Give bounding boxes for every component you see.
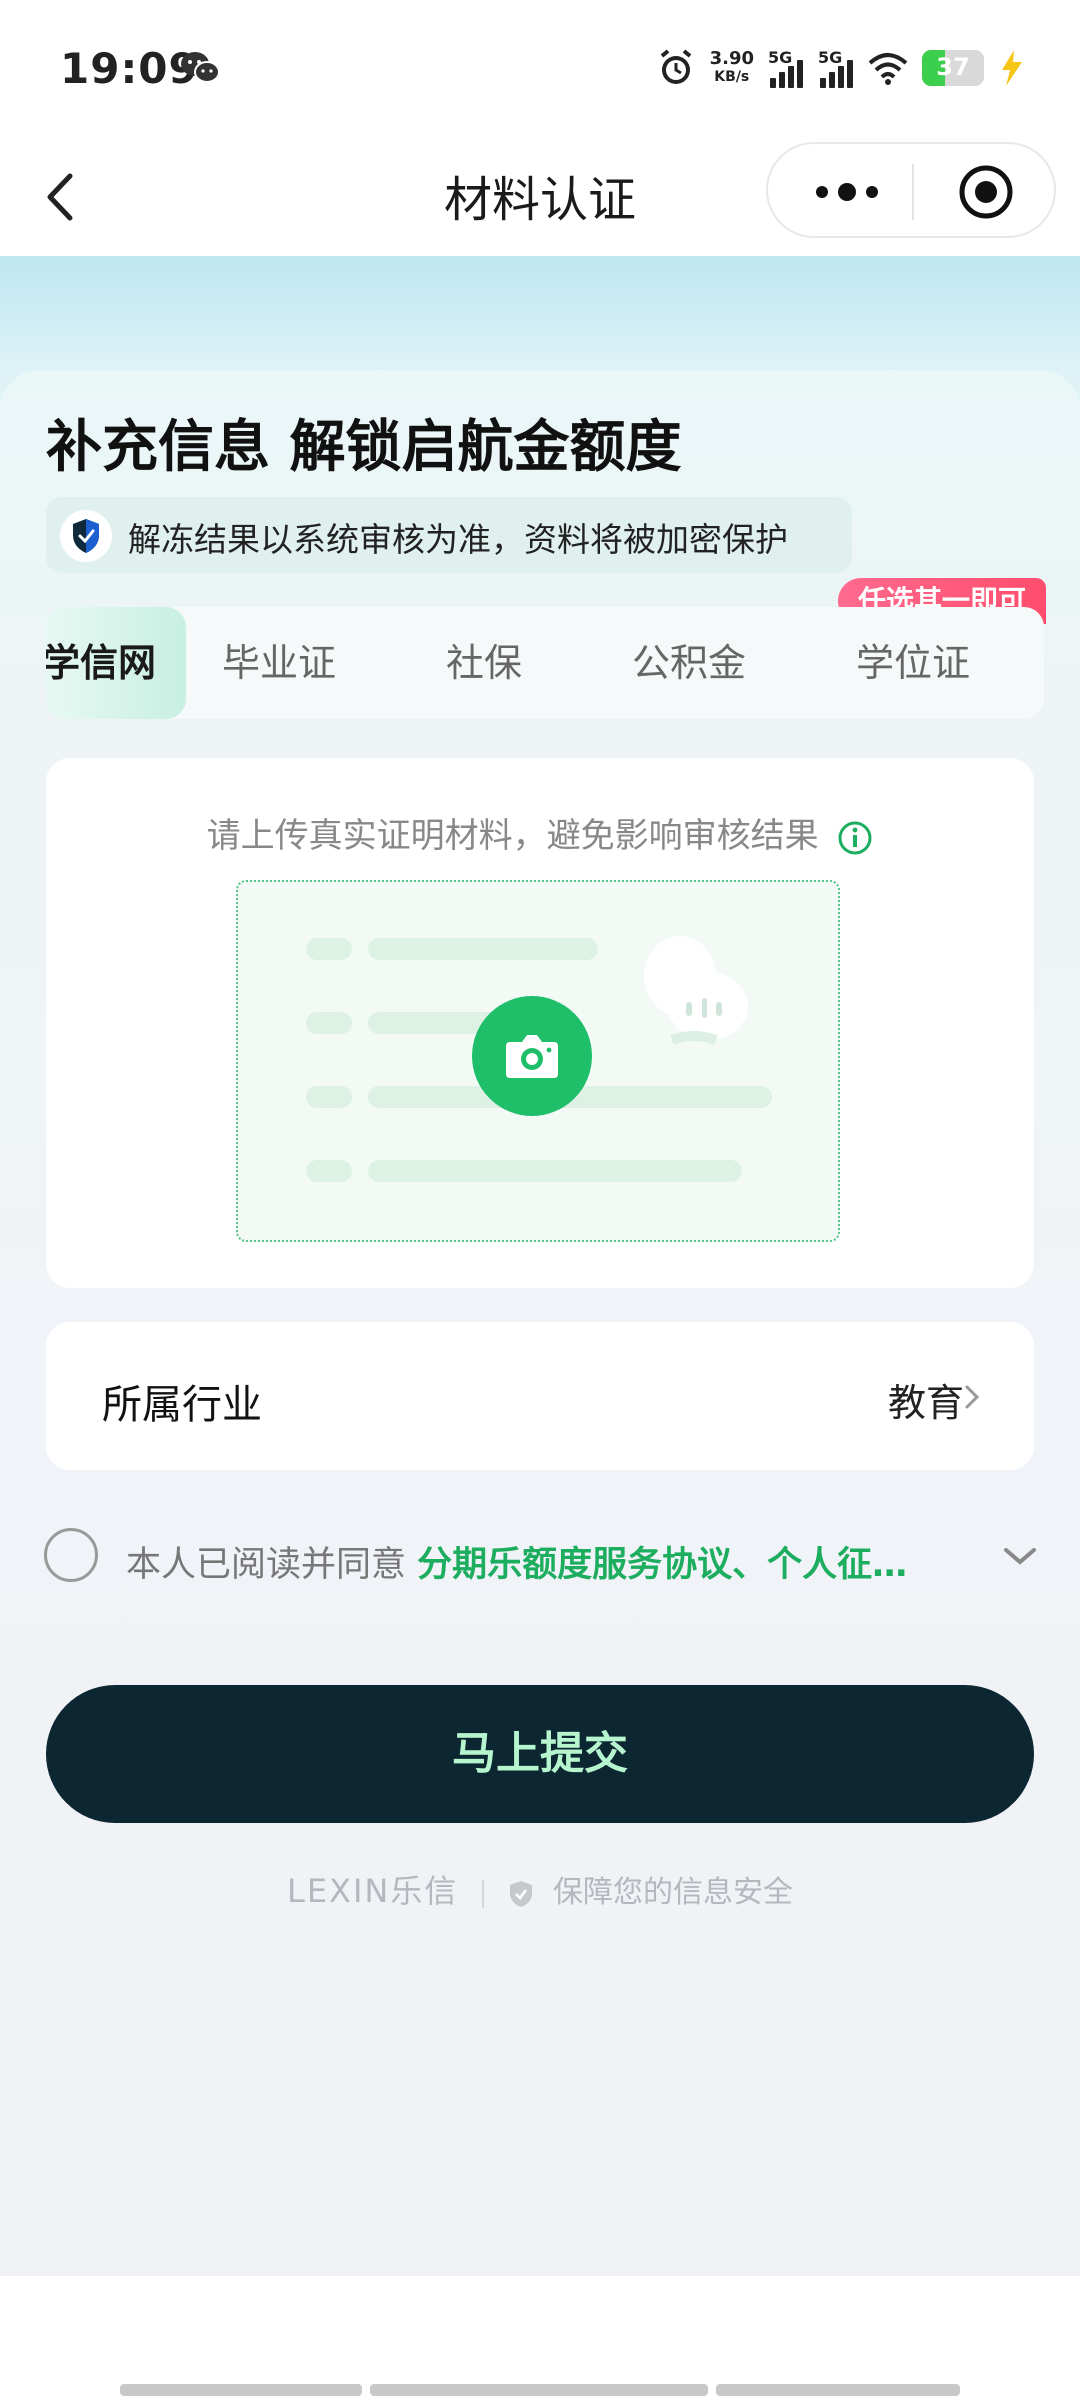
miniapp-capsule (766, 142, 1056, 238)
footer: LEXIN乐信 保障您的信息安全 (0, 1866, 1080, 1912)
chevron-down-icon[interactable] (1000, 1542, 1040, 1570)
agreement-prefix: 本人已阅读并同意 (126, 1545, 418, 1585)
submit-button[interactable]: 马上提交 (46, 1685, 1034, 1823)
placeholder-line (306, 1160, 352, 1182)
sim1-signal: 5G (768, 48, 804, 88)
tab-social-security[interactable]: 社保 (446, 607, 522, 719)
shield-icon (73, 519, 99, 553)
upload-card: 请上传真实证明材料，避免影响审核结果 (46, 758, 1034, 1288)
agreement-checkbox[interactable] (44, 1528, 98, 1582)
gesture-segment (120, 2384, 362, 2396)
security-text: 保障您的信息安全 (553, 1875, 793, 1910)
capsule-divider (912, 164, 914, 220)
battery-percent: 37 (936, 53, 970, 81)
alarm-icon (660, 49, 691, 84)
gesture-bar (120, 2384, 960, 2400)
agreement-text: 本人已阅读并同意 分期乐额度服务协议、个人征… (126, 1536, 907, 1587)
placeholder-line (368, 938, 598, 960)
upload-area[interactable] (236, 880, 840, 1242)
chevron-right-icon (965, 1385, 980, 1409)
placeholder-line (368, 1160, 742, 1182)
charging-icon (1002, 50, 1022, 86)
agreement-row: 本人已阅读并同意 分期乐额度服务协议、个人征… (44, 1528, 1040, 1587)
wechat-icon (181, 52, 220, 83)
more-dots-icon[interactable] (812, 174, 882, 210)
industry-row[interactable]: 所属行业 教育 (46, 1322, 1034, 1470)
headline: 补充信息 解锁启航金额度 (46, 415, 682, 480)
placeholder-line (306, 1086, 352, 1108)
shield-badge (60, 510, 112, 562)
signal-bars-icon (770, 60, 803, 88)
camera-icon (506, 1035, 558, 1078)
tab-housing-fund[interactable]: 公积金 (632, 607, 746, 719)
avatar-placeholder-icon (644, 936, 748, 1045)
industry-label: 所属行业 (102, 1382, 262, 1428)
industry-value: 教育 (887, 1381, 964, 1425)
status-bar: 19:09 3.90 KB/s 5G 5G 37 (0, 0, 1080, 138)
tab-xuexin[interactable]: 学信网 (46, 607, 186, 719)
network-speed-unit: KB/s (714, 69, 750, 85)
brand-logo: LEXIN乐信 (287, 1872, 459, 1910)
placeholder-line (306, 938, 352, 960)
notice-text: 解冻结果以系统审核为准，资料将被加密保护 (128, 520, 788, 559)
security-notice: 解冻结果以系统审核为准，资料将被加密保护 (46, 497, 852, 573)
material-tabs: 学信网 毕业证 社保 公积金 学位证 (46, 607, 1044, 719)
battery-icon: 37 (922, 50, 984, 86)
placeholder-line (306, 1012, 352, 1034)
upload-hint: 请上传真实证明材料，避免影响审核结果 (46, 808, 1034, 857)
info-icon[interactable] (837, 820, 873, 856)
tab-degree-certificate[interactable]: 学位证 (856, 607, 970, 719)
shield-check-icon (510, 1880, 533, 1907)
gesture-segment (716, 2384, 960, 2396)
wifi-icon (868, 53, 908, 85)
camera-button[interactable] (472, 996, 592, 1116)
status-time: 19:09 (60, 44, 199, 93)
agreement-links[interactable]: 分期乐额度服务协议、个人征… (417, 1545, 907, 1585)
network-speed-value: 3.90 (709, 48, 754, 69)
gesture-segment (370, 2384, 708, 2396)
upload-hint-text: 请上传真实证明材料，避免影响审核结果 (206, 816, 819, 856)
target-icon[interactable] (958, 164, 1014, 220)
network-speed: 3.90 KB/s (710, 50, 754, 86)
nav-bar: 材料认证 (0, 138, 1080, 256)
footer-divider (481, 1879, 484, 1908)
tab-graduation-certificate[interactable]: 毕业证 (222, 607, 336, 719)
sim2-signal: 5G (818, 48, 854, 88)
signal-bars-icon (820, 60, 853, 88)
